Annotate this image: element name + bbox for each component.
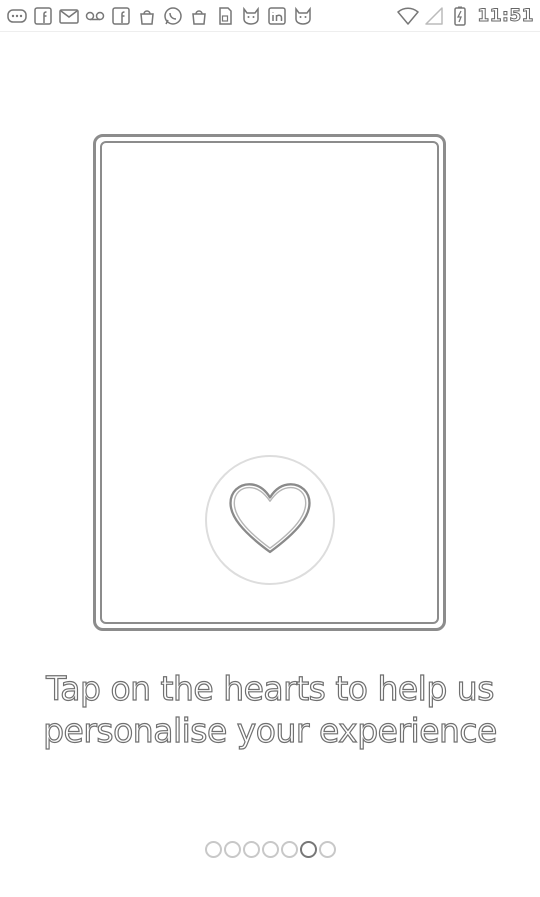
status-bar: 11:51	[0, 0, 540, 32]
heart-icon	[229, 483, 311, 554]
page-dot-4[interactable]	[261, 841, 279, 858]
system-icons: 11:51	[397, 5, 534, 27]
battery-charging-icon	[449, 5, 471, 27]
onboarding-caption: Tap on the hearts to help us personalise…	[43, 668, 498, 750]
status-time: 11:51	[477, 5, 534, 26]
notification-icons	[6, 5, 314, 27]
bag-icon	[136, 5, 158, 27]
page-dot-1[interactable]	[204, 841, 222, 858]
onboarding-screen: 11:51 Tap on the hearts to help us perso…	[0, 0, 540, 897]
page-dot-6-active[interactable]	[299, 841, 317, 858]
bag-icon	[188, 5, 210, 27]
page-dot-3[interactable]	[242, 841, 260, 858]
voicemail-icon	[84, 5, 106, 27]
page-indicator	[0, 841, 540, 858]
facebook-icon	[32, 5, 54, 27]
wifi-icon	[397, 5, 420, 27]
heart-button[interactable]	[205, 455, 335, 585]
cat-icon	[240, 5, 262, 27]
facebook-icon	[110, 5, 132, 27]
linkedin-icon	[266, 5, 288, 27]
page-dot-2[interactable]	[223, 841, 241, 858]
no-signal-icon	[423, 5, 445, 27]
messages-icon	[6, 5, 28, 27]
page-dot-7[interactable]	[318, 841, 336, 858]
cat-icon	[292, 5, 314, 27]
page-dot-5[interactable]	[280, 841, 298, 858]
whatsapp-icon	[162, 5, 184, 27]
gmail-icon	[58, 5, 80, 27]
sim-icon	[214, 5, 236, 27]
